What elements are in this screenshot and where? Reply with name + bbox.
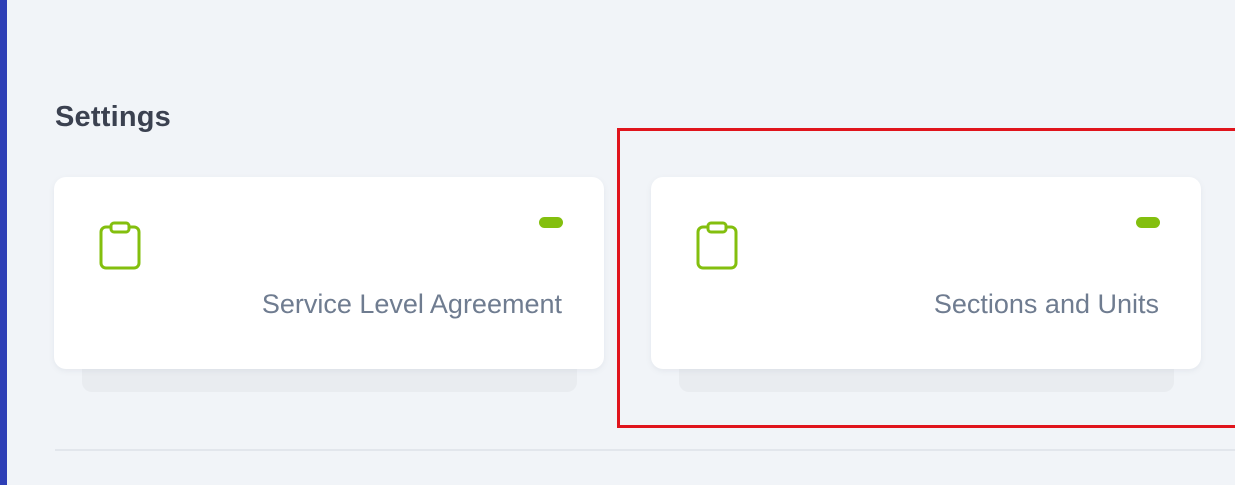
page-title: Settings (55, 101, 171, 134)
card-label: Service Level Agreement (261, 289, 562, 319)
settings-card-sections-and-units[interactable]: Sections and Units (651, 177, 1201, 369)
settings-card-service-level-agreement[interactable]: Service Level Agreement (54, 177, 604, 369)
section-divider (55, 449, 1235, 451)
clipboard-icon (99, 221, 141, 270)
card-label: Sections and Units (933, 289, 1159, 319)
status-indicator (1136, 217, 1160, 228)
left-accent-bar (0, 0, 7, 485)
status-indicator (539, 217, 563, 228)
clipboard-icon (696, 221, 738, 270)
